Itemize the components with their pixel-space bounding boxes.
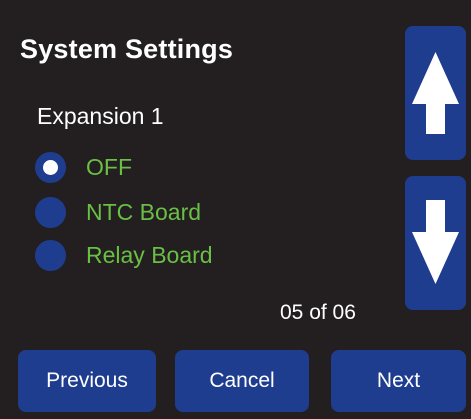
page-indicator: 05 of 06 — [280, 301, 356, 324]
section-subtitle: Expansion 1 — [37, 103, 164, 129]
cancel-button[interactable]: Cancel — [175, 350, 309, 412]
scroll-down-button[interactable] — [405, 176, 466, 310]
radio-selected-icon[interactable] — [35, 151, 66, 183]
option-off[interactable]: OFF — [35, 150, 132, 184]
option-relay-board[interactable]: Relay Board — [35, 238, 213, 272]
settings-screen: System Settings Expansion 1 OFF NTC Boar… — [0, 0, 471, 419]
scroll-up-button[interactable] — [405, 26, 466, 160]
option-label: OFF — [86, 153, 132, 180]
previous-button[interactable]: Previous — [18, 350, 156, 412]
option-ntc-board[interactable]: NTC Board — [35, 195, 201, 229]
page-title: System Settings — [20, 34, 234, 64]
radio-unselected-icon[interactable] — [35, 239, 66, 271]
radio-unselected-icon[interactable] — [35, 196, 66, 228]
next-button[interactable]: Next — [331, 350, 466, 412]
arrow-up-icon — [412, 52, 459, 134]
option-label: NTC Board — [86, 198, 202, 225]
option-label: Relay Board — [86, 241, 213, 268]
arrow-down-icon — [412, 200, 459, 284]
